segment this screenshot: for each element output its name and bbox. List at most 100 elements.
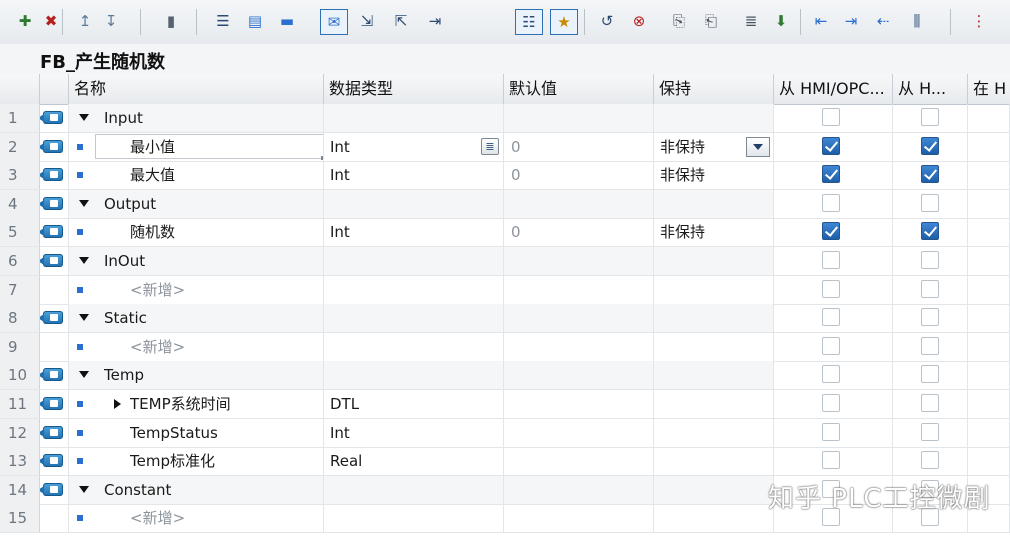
add-new-placeholder[interactable]: <新增> [130, 333, 185, 361]
data-type-cell[interactable] [324, 475, 504, 504]
hmi-write-checkbox[interactable] [921, 336, 939, 355]
header-data-type[interactable]: 数据类型 [324, 74, 504, 104]
monitor-icon[interactable]: ▤ [244, 10, 266, 32]
name-cell[interactable]: Temp [69, 361, 324, 390]
hmi-write-checkbox[interactable] [921, 451, 939, 470]
name-cell[interactable]: <新增> [69, 275, 324, 304]
data-type-cell[interactable] [324, 189, 504, 218]
collapse-triangle-icon[interactable] [79, 485, 89, 493]
hmi-visible-cell[interactable] [968, 361, 1010, 390]
name-cell[interactable]: Static [69, 304, 324, 333]
default-value-cell[interactable] [504, 475, 654, 504]
paste-icon[interactable]: ⎗ [700, 10, 722, 32]
expand-triangle-icon[interactable] [114, 399, 121, 409]
header-name[interactable]: 名称 [69, 74, 324, 104]
retain-cell[interactable] [654, 447, 774, 476]
retain-cell[interactable]: 非保持 [654, 161, 774, 190]
properties-icon[interactable]: ⫼ [906, 10, 928, 32]
data-type-cell[interactable]: DTL [324, 390, 504, 418]
table-row[interactable]: 3 最大值 Int 0 非保持 [0, 161, 1010, 191]
default-value-cell[interactable] [504, 247, 654, 275]
hmi-visible-cell[interactable] [968, 132, 1010, 161]
retain-cell[interactable] [654, 390, 774, 418]
name-cell[interactable]: 最小值 [69, 132, 324, 161]
name-cell[interactable]: InOut [69, 247, 324, 275]
delete-segment-icon[interactable]: ⊗ [628, 10, 650, 32]
hmi-access-checkbox[interactable] [822, 165, 840, 184]
data-type-picker-button[interactable]: ≣ [481, 137, 499, 155]
hmi-access-checkbox[interactable] [822, 108, 840, 126]
data-type-cell[interactable] [324, 247, 504, 275]
default-value-cell[interactable]: 0 [504, 161, 654, 190]
retain-cell[interactable] [654, 332, 774, 361]
name-cell[interactable]: 最大值 [69, 161, 324, 190]
delete-row-icon[interactable]: ✖ [40, 10, 62, 32]
more-icon[interactable]: ⋮ [968, 10, 990, 32]
indent-right-icon[interactable]: ⇥ [840, 10, 862, 32]
name-cell[interactable]: Constant [69, 475, 324, 504]
data-type-cell[interactable] [324, 361, 504, 390]
hmi-write-checkbox[interactable] [921, 193, 939, 212]
hmi-write-checkbox[interactable] [921, 422, 939, 441]
data-type-cell[interactable]: Int [324, 218, 504, 247]
insert-above-icon[interactable]: ↥ [74, 10, 96, 32]
default-value-cell[interactable] [504, 332, 654, 361]
name-cell[interactable]: Output [69, 189, 324, 218]
retain-cell[interactable] [654, 275, 774, 304]
default-value-cell[interactable] [504, 361, 654, 390]
retain-cell[interactable] [654, 418, 774, 447]
data-type-cell[interactable] [324, 304, 504, 333]
name-cell[interactable]: <新增> [69, 332, 324, 361]
data-type-cell[interactable] [324, 104, 504, 132]
data-type-cell[interactable]: Int [324, 161, 504, 190]
data-type-cell[interactable]: Int ≣ [324, 132, 504, 161]
default-value-cell[interactable] [504, 504, 654, 533]
align-icon[interactable]: ≣ [740, 10, 762, 32]
hmi-access-checkbox[interactable] [822, 222, 840, 241]
hmi-visible-cell[interactable] [968, 390, 1010, 418]
table-row[interactable]: 13 Temp标准化 Real [0, 447, 1010, 477]
hmi-visible-cell[interactable] [968, 418, 1010, 447]
copy-icon[interactable]: ⎘ [668, 10, 690, 32]
retain-cell[interactable] [654, 475, 774, 504]
hmi-visible-cell[interactable] [968, 161, 1010, 190]
hmi-write-checkbox[interactable] [921, 365, 939, 384]
hmi-visible-cell[interactable] [968, 247, 1010, 275]
retain-cell[interactable]: 非保持 [654, 218, 774, 247]
hmi-access-checkbox[interactable] [822, 451, 840, 470]
hmi-access-checkbox[interactable] [822, 136, 840, 155]
hmi-access-checkbox[interactable] [822, 279, 840, 298]
table-row[interactable]: 9 <新增> [0, 332, 1010, 362]
outline-icon[interactable]: ☰ [212, 10, 234, 32]
hmi-write-checkbox[interactable] [921, 308, 939, 327]
hmi-write-checkbox[interactable] [921, 251, 939, 269]
default-value-cell[interactable] [504, 304, 654, 333]
collapse-triangle-icon[interactable] [79, 257, 89, 264]
data-type-cell[interactable]: Real [324, 447, 504, 476]
retain-cell[interactable]: 非保持 [654, 132, 774, 161]
hmi-write-checkbox[interactable] [921, 394, 939, 412]
hmi-access-checkbox[interactable] [822, 193, 840, 212]
header-retain[interactable]: 保持 [654, 74, 774, 104]
add-new-placeholder[interactable]: <新增> [130, 276, 185, 304]
retain-dropdown-button[interactable] [746, 136, 770, 157]
name-cell[interactable]: Input [69, 104, 324, 132]
collapse-triangle-icon[interactable] [79, 199, 89, 207]
retain-cell[interactable] [654, 304, 774, 333]
retain-cell[interactable] [654, 504, 774, 533]
header-hmi-visible[interactable]: 在 H [968, 74, 1010, 104]
default-value-cell[interactable] [504, 390, 654, 418]
hmi-access-checkbox[interactable] [822, 394, 840, 412]
insert-below-icon[interactable]: ↧ [100, 10, 122, 32]
default-value-cell[interactable] [504, 418, 654, 447]
header-default-value[interactable]: 默认值 [504, 74, 654, 104]
default-value-cell[interactable] [504, 447, 654, 476]
hmi-visible-cell[interactable] [968, 104, 1010, 132]
display-icon[interactable]: ▬ [276, 10, 298, 32]
retain-cell[interactable] [654, 189, 774, 218]
data-type-cell[interactable] [324, 332, 504, 361]
table-row[interactable]: 12 TempStatus Int [0, 418, 1010, 448]
data-type-cell[interactable]: Int [324, 418, 504, 447]
table-row[interactable]: 2 最小值 Int ≣ 0 非保持 [0, 132, 1010, 162]
table-row[interactable]: 4 Output [0, 189, 1010, 219]
